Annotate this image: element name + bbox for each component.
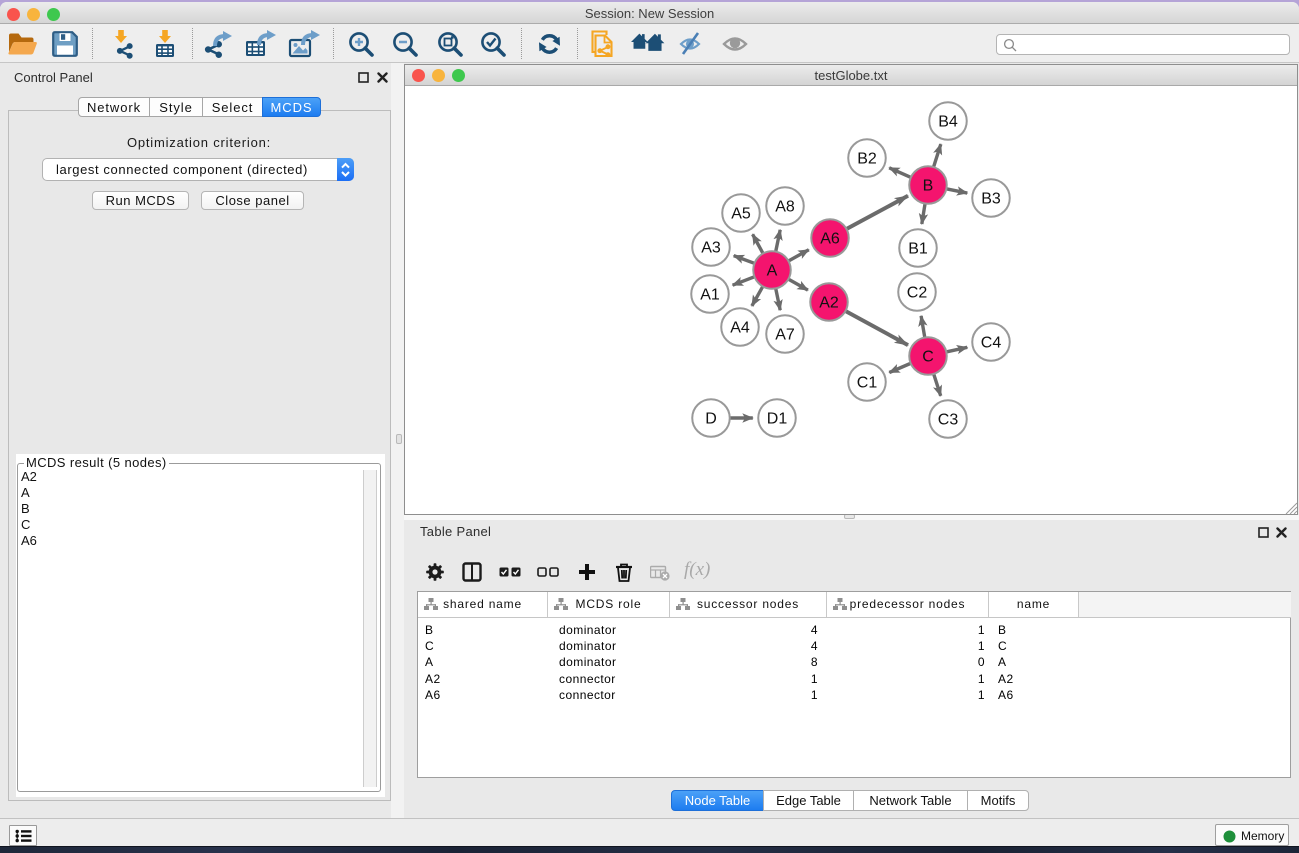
svg-text:A7: A7 [775,327,795,344]
svg-text:A3: A3 [701,240,721,257]
svg-text:A4: A4 [730,320,750,337]
svg-text:B4: B4 [938,114,958,131]
svg-text:B1: B1 [908,241,928,258]
svg-text:A2: A2 [819,295,839,312]
svg-text:C3: C3 [938,412,959,429]
svg-text:A: A [767,263,778,280]
svg-text:B: B [923,178,934,195]
svg-text:C: C [922,349,934,366]
svg-text:A5: A5 [731,206,751,223]
svg-text:C1: C1 [857,375,878,392]
svg-text:B2: B2 [857,151,877,168]
svg-text:A8: A8 [775,199,795,216]
svg-text:C4: C4 [981,335,1002,352]
svg-text:D1: D1 [767,411,788,428]
svg-text:B3: B3 [981,191,1001,208]
svg-text:A1: A1 [700,287,720,304]
svg-text:D: D [705,411,717,428]
svg-text:A6: A6 [820,231,840,248]
svg-text:C2: C2 [907,285,928,302]
